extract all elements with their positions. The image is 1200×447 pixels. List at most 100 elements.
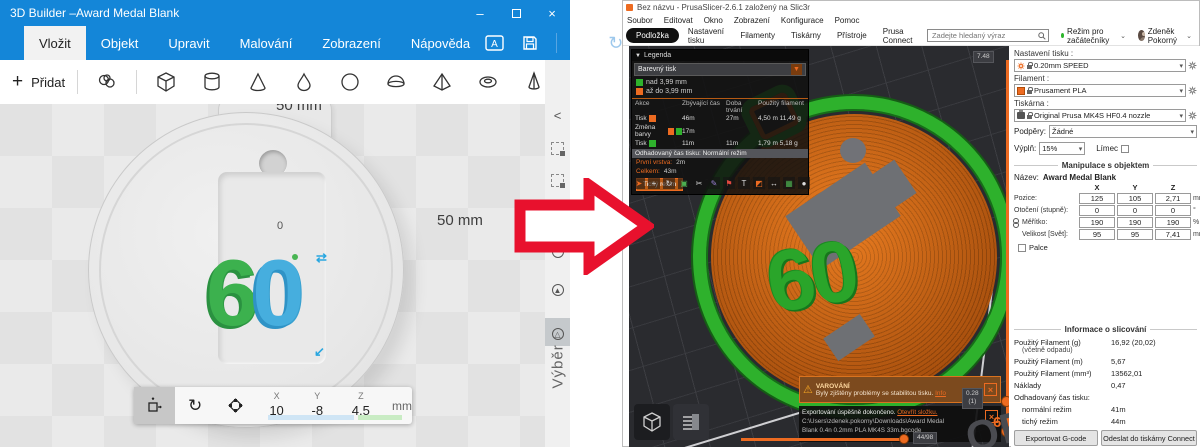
shape-droplet-icon[interactable] bbox=[287, 65, 321, 99]
medal-digits[interactable]: 6 0 bbox=[206, 246, 299, 340]
tab-podlozka[interactable]: Podložka bbox=[626, 28, 679, 43]
rotation-y-field[interactable]: 0 bbox=[1117, 205, 1153, 216]
search-input[interactable] bbox=[930, 30, 1038, 41]
tab-vlozit[interactable]: Vložit bbox=[24, 26, 86, 60]
measure-tool-icon[interactable]: ↔ bbox=[768, 177, 780, 189]
menu-konfigurace[interactable]: Konfigurace bbox=[781, 16, 824, 25]
menu-pomoc[interactable]: Pomoc bbox=[835, 16, 860, 25]
uniform-scale-lock-icon[interactable] bbox=[1013, 220, 1020, 228]
tab-zobrazeni[interactable]: Zobrazení bbox=[307, 26, 396, 60]
printer-preset-dropdown[interactable]: Original Prusa MK4S HF0.4 nozzle ▾ bbox=[1014, 109, 1186, 122]
infill-dropdown[interactable]: 15% ▾ bbox=[1039, 142, 1085, 155]
printer-preset-value: Original Prusa MK4S HF0.4 nozzle bbox=[1034, 111, 1177, 120]
position-z-field[interactable]: 2,71 bbox=[1155, 193, 1191, 204]
legend-title: Legenda bbox=[644, 52, 671, 59]
shape-cylinder-icon[interactable] bbox=[195, 65, 229, 99]
open-folder-link[interactable]: Otevřít složku. bbox=[897, 409, 937, 416]
tab-objekt[interactable]: Objekt bbox=[86, 26, 154, 60]
size-x-field[interactable]: 95 bbox=[1079, 229, 1115, 240]
preview-view-button[interactable] bbox=[673, 404, 709, 440]
scale-z-field[interactable]: 190 bbox=[1155, 217, 1191, 228]
tab-filamenty[interactable]: Filamenty bbox=[733, 31, 782, 40]
image-insert-icon[interactable]: A bbox=[485, 35, 504, 51]
export-gcode-button[interactable]: Exportovat G-code bbox=[1014, 430, 1098, 446]
menu-okno[interactable]: Okno bbox=[704, 16, 723, 25]
rotate-tool-icon[interactable]: ↻ bbox=[663, 177, 675, 189]
cut-tool-icon[interactable]: ✂ bbox=[693, 177, 705, 189]
position-x-field[interactable]: 125 bbox=[1079, 193, 1115, 204]
send-to-printer-button[interactable]: Odeslat do tiskárny Connect bbox=[1101, 430, 1197, 446]
shape-torus-icon[interactable] bbox=[471, 65, 505, 99]
brim-checkbox[interactable] bbox=[1121, 145, 1129, 153]
move-diagonal-gizmo-icon[interactable]: ↙ bbox=[314, 344, 325, 360]
edit-preset-gear-icon[interactable] bbox=[1188, 61, 1197, 70]
layers-tool-icon[interactable]: ▦ bbox=[783, 177, 795, 189]
collapse-panel-icon[interactable]: < bbox=[545, 108, 570, 123]
menu-soubor[interactable]: Soubor bbox=[627, 16, 653, 25]
legend-header[interactable]: ▼ Legenda bbox=[632, 50, 808, 61]
cube-view-icon bbox=[641, 411, 663, 433]
print-preset-dropdown[interactable]: 0.20mm SPEED ▾ bbox=[1014, 59, 1186, 72]
warning-link[interactable]: Info bbox=[935, 390, 946, 397]
scale-y-field[interactable]: 190 bbox=[1117, 217, 1153, 228]
tab-prusa-connect[interactable]: Prusa Connect bbox=[876, 27, 925, 45]
menu-zobrazeni[interactable]: Zobrazení bbox=[734, 16, 770, 25]
rotation-x-field[interactable]: 0 bbox=[1079, 205, 1115, 216]
maximize-button[interactable] bbox=[498, 0, 534, 26]
move-tool-button[interactable] bbox=[134, 387, 175, 424]
tab-tiskarny[interactable]: Tiskárny bbox=[784, 31, 828, 40]
tab-napoveda[interactable]: Nápověda bbox=[396, 26, 485, 60]
close-button[interactable]: × bbox=[534, 0, 570, 26]
moves-slider-handle[interactable] bbox=[899, 434, 909, 444]
shape-cube-icon[interactable] bbox=[149, 65, 183, 99]
slicer-viewport[interactable]: 60 ▼ Legenda Barevný tisk ▼ nad 3,99 mm bbox=[629, 46, 1009, 447]
save-icon[interactable] bbox=[522, 35, 538, 51]
size-z-field[interactable]: 7,41 bbox=[1155, 229, 1191, 240]
user-account-menu[interactable]: Zdeněk Pokorný ⌄ bbox=[1138, 27, 1192, 45]
undo-icon[interactable]: ↺ bbox=[575, 33, 590, 54]
legend-range-row: až do 3,99 mm bbox=[632, 87, 808, 96]
scale-tool-button[interactable] bbox=[215, 387, 256, 424]
size-y-field[interactable]: 95 bbox=[1117, 229, 1153, 240]
shape-pyramid-icon[interactable] bbox=[425, 65, 459, 99]
filament-preset-dropdown[interactable]: Prusament PLA ▾ bbox=[1014, 84, 1186, 97]
shape-hemisphere-icon[interactable] bbox=[379, 65, 413, 99]
text-tool-icon[interactable]: T bbox=[738, 177, 750, 189]
tab-upravit[interactable]: Upravit bbox=[153, 26, 224, 60]
select-object-icon[interactable] bbox=[545, 142, 570, 160]
scale-x-field[interactable]: 190 bbox=[1079, 217, 1115, 228]
shape-sphere-icon[interactable] bbox=[333, 65, 367, 99]
edit-preset-gear-icon[interactable] bbox=[1188, 86, 1197, 95]
close-warning-button[interactable]: × bbox=[984, 383, 997, 396]
minimize-button[interactable]: – bbox=[462, 0, 498, 26]
mode-selector[interactable]: Režim pro začátečníky ⌄ bbox=[1061, 27, 1126, 45]
tab-pristroje[interactable]: Přístroje bbox=[830, 31, 874, 40]
tab-malovani[interactable]: Malování bbox=[225, 26, 308, 60]
edit-preset-gear-icon[interactable] bbox=[1188, 111, 1197, 120]
rotation-z-field[interactable]: 0 bbox=[1155, 205, 1191, 216]
seam-tool-icon[interactable]: ⚑ bbox=[723, 177, 735, 189]
sphere-tool-icon[interactable]: ● bbox=[798, 177, 810, 189]
tab-nastaveni-tisku[interactable]: Nastavení tisku bbox=[681, 27, 731, 45]
moves-slider-track[interactable] bbox=[741, 438, 904, 441]
position-y-field[interactable]: 105 bbox=[1117, 193, 1153, 204]
support-paint-icon[interactable]: ◩ bbox=[753, 177, 765, 189]
search-box[interactable] bbox=[927, 29, 1049, 42]
rotate-tool-button[interactable]: ↻ bbox=[175, 387, 216, 424]
scene-view-icon[interactable]: ▲ bbox=[545, 280, 570, 298]
scale-tool-icon[interactable]: ▣ bbox=[678, 177, 690, 189]
view-type-dropdown[interactable]: Barevný tisk ▼ bbox=[634, 63, 806, 76]
move-horizontal-gizmo-icon[interactable]: ⇄ bbox=[316, 250, 327, 266]
editor-view-button[interactable] bbox=[634, 404, 670, 440]
shape-cluster-icon[interactable] bbox=[90, 65, 124, 99]
menu-editovat[interactable]: Editovat bbox=[664, 16, 693, 25]
inches-checkbox[interactable] bbox=[1018, 244, 1026, 252]
supports-dropdown[interactable]: Žádné ▾ bbox=[1049, 125, 1197, 138]
toolbar-divider bbox=[136, 70, 137, 94]
shape-cone-icon[interactable] bbox=[241, 65, 275, 99]
filter-icon[interactable]: ▼ bbox=[791, 64, 802, 75]
paint-tool-icon[interactable]: ✎ bbox=[708, 177, 720, 189]
builder-viewport[interactable]: 6 0 0 ⇄ ↙ 50 mm 50 mm ↻ X 10 bbox=[0, 104, 545, 447]
layer-slider-track[interactable] bbox=[1006, 60, 1009, 442]
add-button[interactable]: Přidat bbox=[31, 75, 65, 90]
